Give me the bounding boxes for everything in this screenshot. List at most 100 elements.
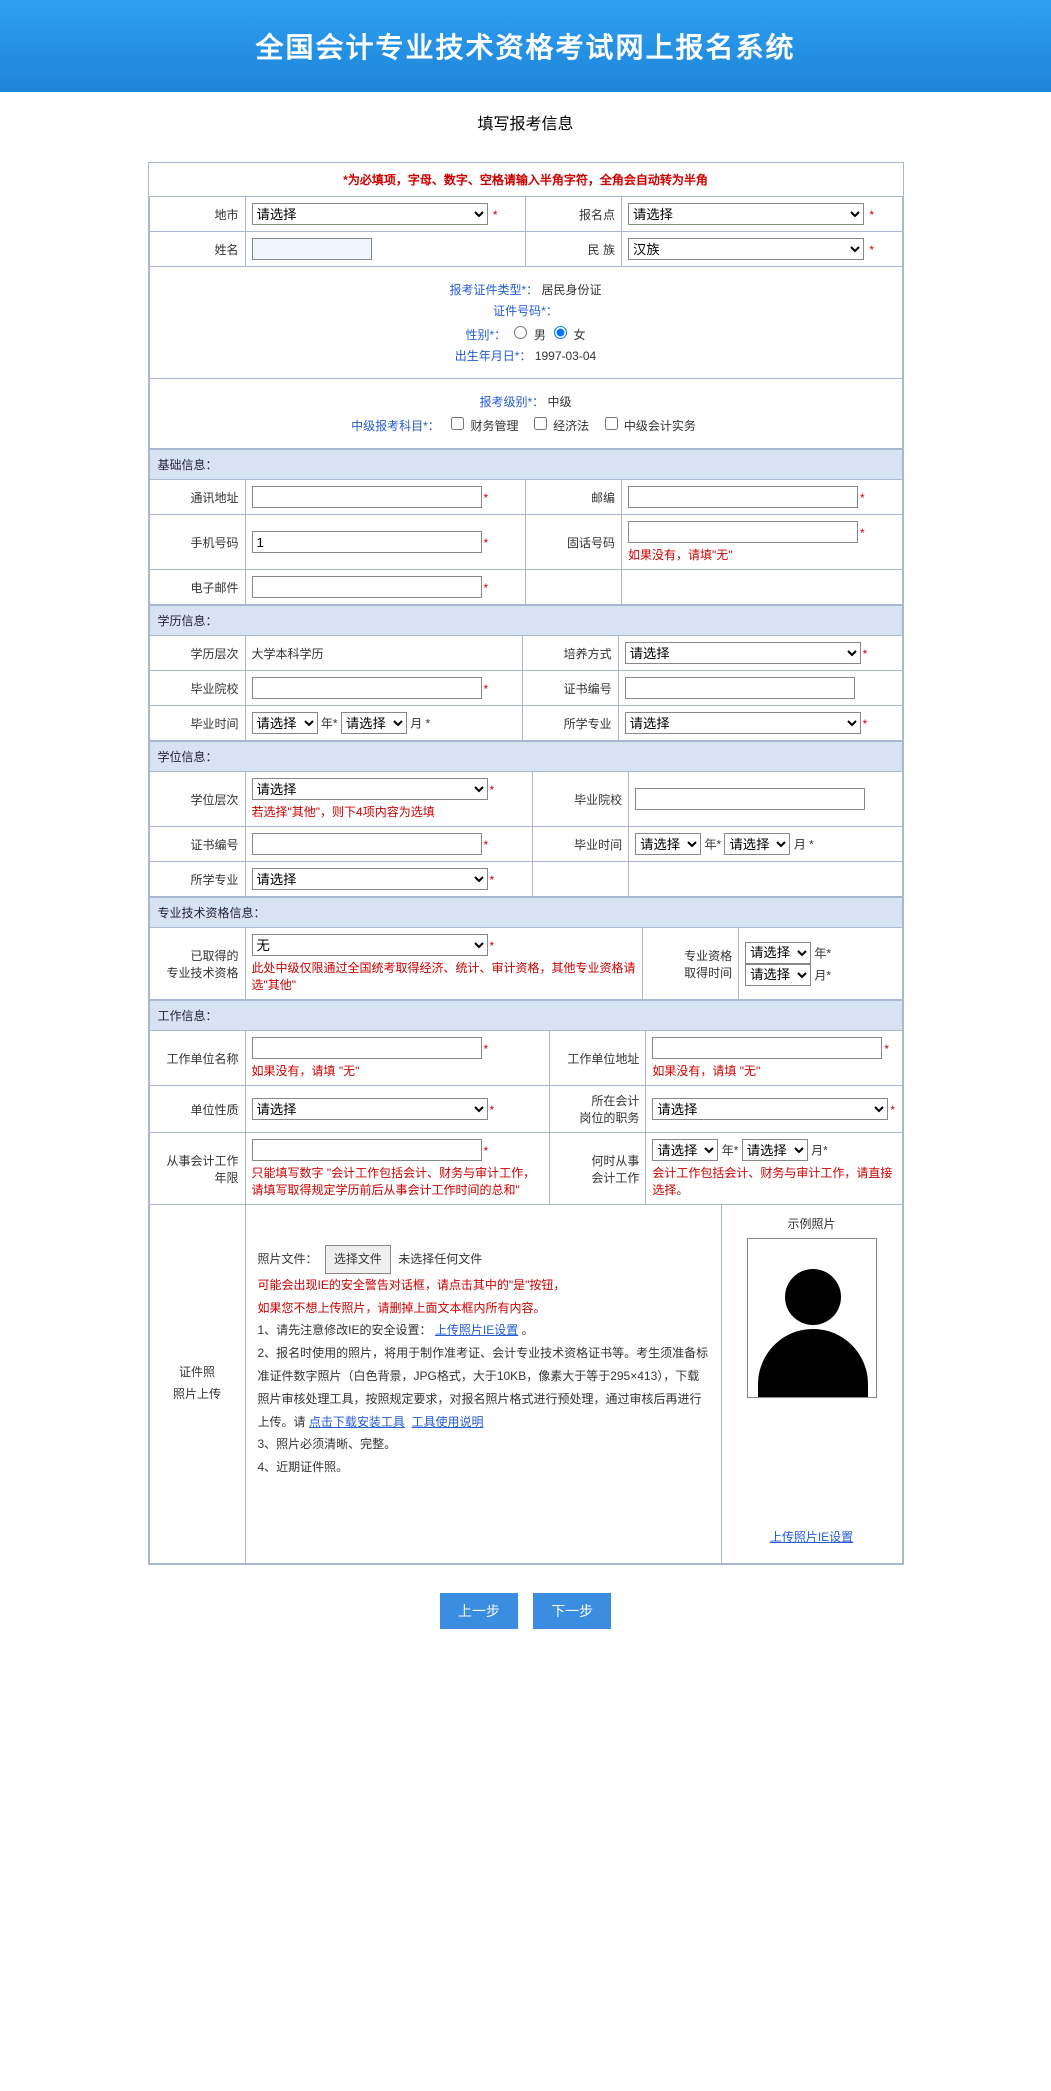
top-rows: 地市 请选择 * 报名点 请选择 * 姓名 民 族 汉族 xyxy=(149,196,903,267)
edu-level-value: 大学本科学历 xyxy=(252,647,324,661)
chk-s3[interactable] xyxy=(605,417,618,430)
link-tool-help[interactable]: 工具使用说明 xyxy=(412,1415,484,1429)
label-edu-certno: 证书编号 xyxy=(522,671,618,706)
level-block: 报考级别*： 中级 中级报考科目*： 财务管理 经济法 中级会计实务 xyxy=(149,379,903,449)
label-deg-gradtime: 毕业时间 xyxy=(533,827,629,862)
select-deg-major[interactable]: 请选择 xyxy=(252,868,488,890)
hint-prof-got: 此处中级仅限通过全国统考取得经济、统计、审计资格，其他专业资格请选"其他" xyxy=(252,959,637,993)
link-ie-setting-2[interactable]: 上传照片IE设置 xyxy=(770,1530,853,1544)
work-table: 工作单位名称 * 如果没有，请填 "无" 工作单位地址 * 如果没有，请填 "无… xyxy=(149,1030,903,1205)
input-edu-school[interactable] xyxy=(252,677,482,699)
input-name[interactable] xyxy=(252,238,372,260)
star: * xyxy=(869,208,874,222)
hint-years: 只能填写数字 "会计工作包括会计、财务与审计工作，请填写取得规定学历前后从事会计… xyxy=(252,1164,544,1198)
gender-female-option[interactable]: 女 xyxy=(549,328,585,342)
prof-month-sfx: 月* xyxy=(814,968,831,982)
photo-side-label: 证件照照片上传 xyxy=(150,1205,246,1563)
select-deg-month[interactable]: 请选择 xyxy=(724,833,790,855)
select-duty[interactable]: 请选择 xyxy=(652,1098,888,1120)
star: * xyxy=(869,243,874,257)
label-start: 何时从事会计工作 xyxy=(550,1133,646,1205)
star: * xyxy=(493,208,498,222)
prev-button[interactable]: 上一步 xyxy=(440,1593,518,1629)
label-deg-major: 所学专业 xyxy=(149,862,245,897)
start-year-sfx: 年* xyxy=(722,1144,739,1158)
select-edu-year[interactable]: 请选择 xyxy=(252,712,318,734)
input-deg-certno[interactable] xyxy=(252,833,482,855)
input-years[interactable] xyxy=(252,1139,482,1161)
radio-male[interactable] xyxy=(514,326,527,339)
photo-l4: 4、近期证件照。 xyxy=(258,1456,709,1479)
label-idno: 证件号码*： xyxy=(493,304,558,318)
select-prof-year[interactable]: 请选择 xyxy=(745,942,811,964)
label-site: 报名点 xyxy=(526,197,622,232)
gender-male-option[interactable]: 男 xyxy=(509,328,545,342)
label-male: 男 xyxy=(534,328,546,342)
label-unitaddr: 工作单位地址 xyxy=(550,1031,646,1086)
choose-file-button[interactable]: 选择文件 xyxy=(325,1245,391,1274)
hint-tel: 如果没有，请填"无" xyxy=(628,546,896,563)
input-addr[interactable] xyxy=(252,486,482,508)
input-unit[interactable] xyxy=(252,1037,482,1059)
select-deg-level[interactable]: 请选择 xyxy=(252,778,488,800)
select-unittype[interactable]: 请选择 xyxy=(252,1098,488,1120)
select-edu-major[interactable]: 请选择 xyxy=(625,712,861,734)
select-site[interactable]: 请选择 xyxy=(628,203,864,225)
select-start-year[interactable]: 请选择 xyxy=(652,1139,718,1161)
edu-month-sfx: 月 * xyxy=(410,717,430,731)
input-tel[interactable] xyxy=(628,521,858,543)
input-deg-school[interactable] xyxy=(635,788,865,810)
select-prof-month[interactable]: 请选择 xyxy=(745,964,811,986)
chk-s2[interactable] xyxy=(534,417,547,430)
select-deg-year[interactable]: 请选择 xyxy=(635,833,701,855)
subject-1[interactable]: 财务管理 xyxy=(447,419,518,433)
subject-3[interactable]: 中级会计实务 xyxy=(601,419,696,433)
label-edu-level: 学历层次 xyxy=(149,636,245,671)
label-email: 电子邮件 xyxy=(149,570,245,605)
chk-s1[interactable] xyxy=(451,417,464,430)
edu-table: 学历层次 大学本科学历 培养方式 请选择* 毕业院校 * 证书编号 毕业时间 请… xyxy=(149,635,903,741)
input-post[interactable] xyxy=(628,486,858,508)
label-subjects: 中级报考科目*： xyxy=(351,419,440,433)
sample-photo xyxy=(747,1238,877,1398)
label-deg-school: 毕业院校 xyxy=(533,772,629,827)
deg-year-sfx: 年* xyxy=(704,838,721,852)
photo-l1a: 1、请先注意修改IE的安全设置： xyxy=(258,1323,432,1337)
select-city[interactable]: 请选择 xyxy=(252,203,488,225)
radio-female[interactable] xyxy=(554,326,567,339)
link-ie-setting-1[interactable]: 上传照片IE设置 xyxy=(435,1323,518,1337)
label-deg-level: 学位层次 xyxy=(149,772,245,827)
input-mobile[interactable] xyxy=(252,531,482,553)
link-download-tool[interactable]: 点击下载安装工具 xyxy=(309,1415,405,1429)
subject-2[interactable]: 经济法 xyxy=(530,419,589,433)
edu-year-sfx: 年* xyxy=(321,717,338,731)
label-female: 女 xyxy=(574,328,586,342)
select-train[interactable]: 请选择 xyxy=(625,642,861,664)
label-nation: 民 族 xyxy=(526,232,622,267)
footer-buttons: 上一步 下一步 xyxy=(148,1593,904,1629)
link-ie-setting-2-wrap: 上传照片IE设置 xyxy=(732,1528,892,1545)
photo-warn2: 如果您不想上传照片，请删掉上面文本框内所有内容。 xyxy=(258,1297,709,1320)
photo-right: 示例照片 上传照片IE设置 xyxy=(722,1205,902,1563)
input-edu-certno[interactable] xyxy=(625,677,855,699)
label-idtype: 报考证件类型*： xyxy=(449,283,538,297)
hint-start: 会计工作包括会计、财务与审计工作，请直接选择。 xyxy=(652,1164,895,1198)
cell-site: 请选择 * xyxy=(622,197,903,232)
label-prof-time: 专业资格取得时间 xyxy=(643,928,739,1000)
input-unitaddr[interactable] xyxy=(652,1037,882,1059)
label-mobile: 手机号码 xyxy=(149,515,245,570)
select-nation[interactable]: 汉族 xyxy=(628,238,864,260)
file-label: 照片文件： xyxy=(258,1252,318,1266)
form-outer: *为必填项，字母、数字、空格请输入半角字符，全角会自动转为半角 地市 请选择 *… xyxy=(148,162,904,1565)
input-email[interactable] xyxy=(252,576,482,598)
label-birth: 出生年月日*： xyxy=(455,349,532,363)
label-duty: 所在会计岗位的职务 xyxy=(550,1086,646,1133)
label-post: 邮编 xyxy=(526,480,622,515)
cell-city: 请选择 * xyxy=(245,197,526,232)
select-edu-month[interactable]: 请选择 xyxy=(341,712,407,734)
prof-year-sfx: 年* xyxy=(814,946,831,960)
select-prof-got[interactable]: 无 xyxy=(252,934,488,956)
photo-l1c: 。 xyxy=(522,1323,534,1337)
select-start-month[interactable]: 请选择 xyxy=(742,1139,808,1161)
next-button[interactable]: 下一步 xyxy=(533,1593,611,1629)
